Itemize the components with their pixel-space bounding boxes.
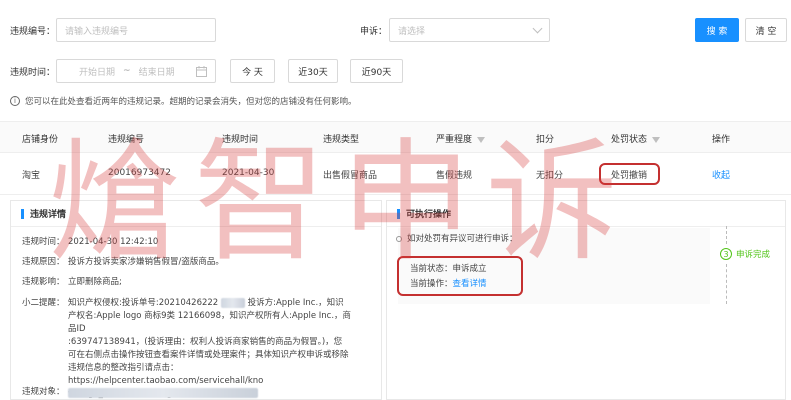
title-accent-bar: [397, 208, 400, 219]
detail-key: 违规时间：: [22, 237, 65, 247]
calendar-icon: [196, 66, 207, 77]
filter-icon[interactable]: [477, 136, 486, 143]
violation-number-label: 违规编号：: [10, 27, 56, 37]
appeal-label: 申诉：: [360, 27, 388, 37]
start-date-placeholder: 开始日期: [79, 67, 116, 78]
status-highlight-box: [599, 163, 660, 185]
quick-today-button[interactable]: 今 天: [230, 59, 275, 83]
end-date-placeholder: 结束日期: [138, 67, 175, 78]
reminder-line: 违规信息的整改指引请点击：https://helpcenter.taobao.c…: [68, 363, 264, 386]
clear-button[interactable]: 清 空: [745, 18, 787, 42]
detail-key: 违规原因：: [22, 257, 65, 267]
header-status[interactable]: 处罚状态: [611, 132, 661, 145]
cell-points: 无扣分: [536, 171, 564, 181]
cell-identity: 淘宝: [22, 171, 41, 181]
header-points: 扣分: [536, 135, 555, 145]
detail-value: 投诉方投诉卖家涉嫌销售假冒/盗版商品。: [68, 257, 224, 267]
header-time: 违规时间: [222, 135, 259, 145]
step-number-icon: 3: [720, 248, 732, 260]
detail-panel-title: 违规详情: [11, 201, 381, 227]
filter-icon[interactable]: [652, 136, 661, 143]
detail-value-multiline: 知识产权侵权:投诉单号:20210426222 投诉方:Apple Inc.，知…: [68, 297, 358, 400]
appeal-select[interactable]: 请选择: [389, 18, 550, 42]
header-type: 违规类型: [323, 135, 360, 145]
timeline-connector: [726, 264, 727, 304]
table-header: 店铺身份 违规编号 违规时间 违规类型 严重程度 扣分 处罚状态 操作: [0, 121, 791, 153]
detail-row-reason: 违规原因： 投诉方投诉卖家涉嫌销售假冒/盗版商品。: [22, 256, 358, 269]
quick-90-days-button[interactable]: 近90天: [350, 59, 403, 83]
detail-value: 立即删除商品;: [68, 277, 122, 287]
header-severity[interactable]: 严重程度: [436, 132, 486, 145]
actions-panel-title: 可执行操作: [387, 201, 785, 227]
detail-key: 小二提醒：: [22, 298, 65, 308]
actions-title-text: 可执行操作: [406, 210, 452, 220]
detail-row-time: 违规时间： 2021-04-30 12:42:10: [22, 236, 358, 249]
header-status-label: 处罚状态: [611, 135, 648, 145]
header-severity-label: 严重程度: [436, 135, 473, 145]
detail-row-reminder: 小二提醒： 知识产权侵权:投诉单号:20210426222 投诉方:Apple …: [22, 297, 358, 400]
header-identity: 店铺身份: [22, 135, 59, 145]
timeline-dot-icon: [396, 235, 402, 242]
header-number: 违规编号: [108, 135, 145, 145]
title-accent-bar: [21, 208, 24, 219]
reminder-line: 知识产权侵权:投诉单号:20210426222 投诉方:Apple Inc.，知…: [68, 297, 344, 308]
redacted-text: [220, 297, 245, 308]
appeal-prompt: 如对处罚有异议可进行申诉：: [396, 232, 518, 244]
table-row: 淘宝 20016973472 2021-04-30 出售假冒商品 售假违规 无扣…: [0, 153, 791, 195]
detail-key: 违规影响：: [22, 277, 65, 287]
reminder-line: 产权名:Apple logo 商标9类 12166098，知识产权所有人:App…: [68, 311, 352, 334]
timeline-connector: [726, 226, 727, 244]
appeal-placeholder: 请选择: [398, 26, 426, 37]
action-highlight-box: [397, 256, 523, 296]
violation-time-label: 违规时间：: [10, 68, 56, 78]
cell-number: 20016973472: [108, 168, 171, 178]
detail-title-text: 违规详情: [30, 210, 67, 220]
quick-30-days-button[interactable]: 近30天: [288, 59, 338, 83]
detail-value: 2021-04-30 12:42:10: [68, 237, 159, 247]
violation-number-placeholder: 请输入违规编号: [65, 26, 129, 37]
detail-row-impact: 违规影响： 立即删除商品;: [22, 276, 358, 289]
date-separator: ~: [123, 66, 131, 76]
redacted-object: [68, 388, 258, 398]
chevron-down-icon: [532, 23, 543, 34]
cell-severity: 售假违规: [436, 171, 473, 181]
step-appeal-complete: 3 申诉完成: [720, 248, 770, 260]
info-icon: i: [10, 96, 20, 106]
reminder-line: :639747138941，(投诉理由：权利人投诉商家销售的商品为假冒。)，您: [68, 337, 343, 347]
search-button[interactable]: 搜 索: [695, 18, 739, 42]
cell-time: 2021-04-30: [222, 168, 275, 178]
tip-message: i 您可以在此处查看近两年的违规记录。超期的记录会消失，但对您的店铺没有任何影响…: [10, 95, 357, 107]
collapse-link[interactable]: 收起: [712, 168, 730, 181]
detail-key: 违规对象：: [22, 387, 65, 397]
appeal-prompt-text: 如对处罚有异议可进行申诉：: [407, 234, 518, 244]
cell-type: 出售假冒商品: [323, 171, 378, 181]
tip-text: 您可以在此处查看近两年的违规记录。超期的记录会消失，但对您的店铺没有任何影响。: [25, 97, 357, 107]
step-label: 申诉完成: [736, 250, 771, 260]
violation-number-input[interactable]: 请输入违规编号: [56, 18, 216, 42]
date-range-picker[interactable]: 开始日期 ~ 结束日期: [56, 59, 216, 83]
reminder-line: 可在右侧点击操作按钮查看案件详情或处理案件；具体知识产权申诉或移除: [68, 350, 349, 360]
header-action: 操作: [712, 135, 731, 145]
detail-row-object: 违规对象：: [22, 386, 258, 399]
